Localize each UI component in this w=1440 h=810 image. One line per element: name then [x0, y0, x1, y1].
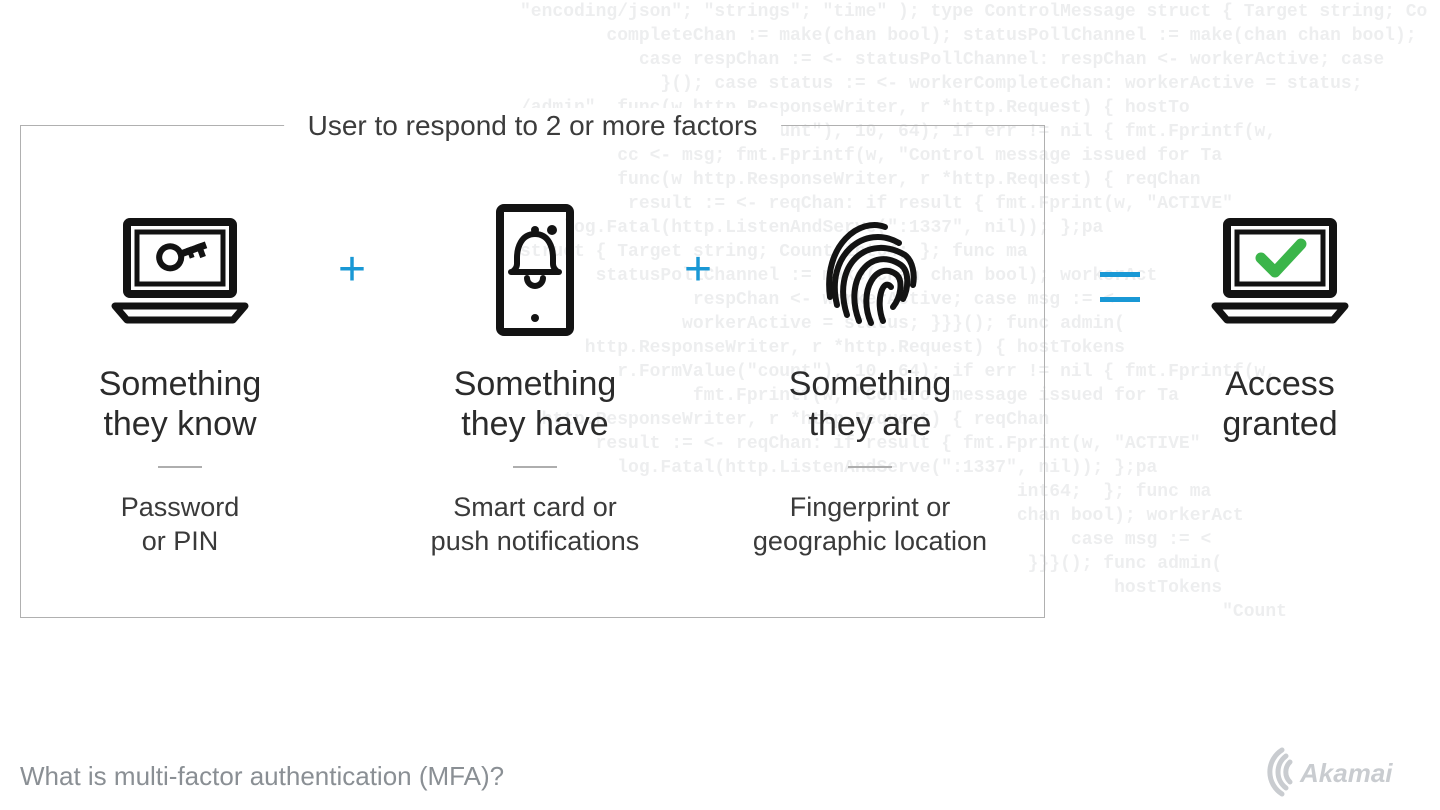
line: Fingerprint or	[790, 492, 951, 522]
line: Access	[1225, 365, 1335, 403]
line: Smart card or	[453, 492, 617, 522]
line: Something	[454, 365, 617, 403]
plus-icon: +	[684, 246, 712, 294]
factor-title: Something they have	[400, 364, 670, 444]
line: they know	[103, 405, 256, 443]
result-access-granted: Access granted	[1160, 200, 1400, 444]
factor-sub: Password or PIN	[60, 490, 300, 558]
line: Something	[99, 365, 262, 403]
akamai-logo: Akamai	[1250, 740, 1420, 800]
factor-know: Something they know Password or PIN	[60, 200, 300, 558]
line: Password	[121, 492, 240, 522]
factor-are: Something they are Fingerprint or geogra…	[740, 200, 1000, 558]
factor-title: Something they know	[60, 364, 300, 444]
line: geographic location	[753, 526, 987, 556]
line: they have	[461, 405, 608, 443]
laptop-check-icon	[1160, 200, 1400, 340]
footer-caption: What is multi-factor authentication (MFA…	[20, 761, 504, 792]
phone-bell-icon	[400, 200, 670, 340]
fingerprint-icon	[740, 200, 1000, 340]
result-title: Access granted	[1160, 364, 1400, 444]
line: granted	[1222, 405, 1337, 443]
laptop-key-icon	[60, 200, 300, 340]
divider	[513, 466, 557, 468]
factor-title: Something they are	[740, 364, 1000, 444]
factor-have: Something they have Smart card or push n…	[400, 200, 670, 558]
brand-text: Akamai	[1299, 758, 1393, 788]
equals-icon	[1100, 272, 1140, 302]
factor-row: Something they know Password or PIN +	[0, 200, 1440, 620]
factor-sub: Fingerprint or geographic location	[740, 490, 1000, 558]
frame-title: User to respond to 2 or more factors	[284, 108, 782, 144]
divider	[848, 466, 892, 468]
line: push notifications	[431, 526, 640, 556]
line: they are	[809, 405, 932, 443]
plus-icon: +	[338, 246, 366, 294]
divider	[158, 466, 202, 468]
factor-sub: Smart card or push notifications	[400, 490, 670, 558]
line: or PIN	[142, 526, 219, 556]
line: Something	[789, 365, 952, 403]
